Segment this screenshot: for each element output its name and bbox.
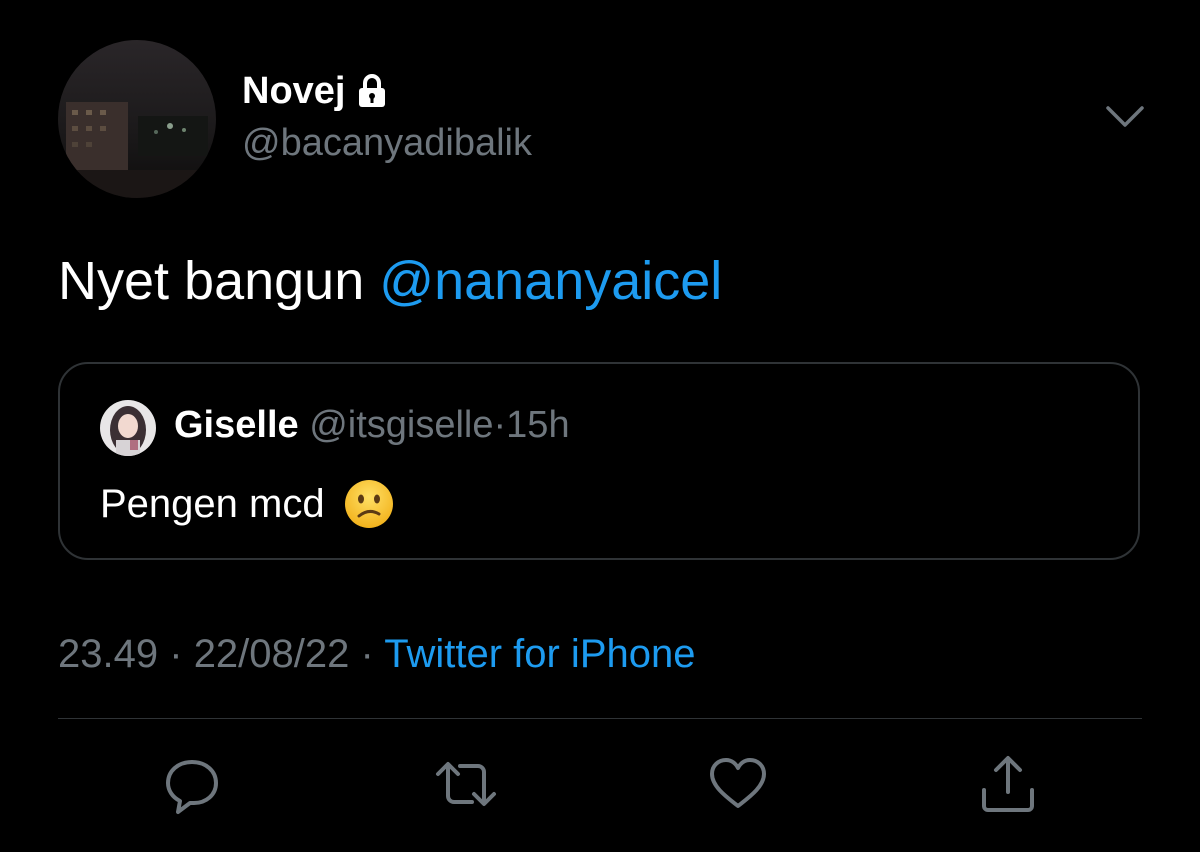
quoted-time: 15h	[506, 404, 570, 446]
meta-separator: ·	[360, 632, 374, 676]
quoted-tweet-card[interactable]: Giselle @itsgiselle·15h Pengen mcd	[58, 362, 1140, 560]
slightly-frowning-face-emoji-icon	[343, 478, 395, 530]
tweet-body-text: Nyet bangun	[58, 251, 365, 311]
tweet-text: Nyet bangun @nananyaicel	[58, 250, 722, 312]
meta-separator: ·	[169, 632, 183, 676]
tweet-source-link[interactable]: Twitter for iPhone	[384, 632, 695, 676]
quoted-tweet-text: Pengen mcd	[100, 478, 395, 530]
tweet-time: 23.49	[58, 632, 159, 676]
divider	[58, 718, 1142, 719]
quoted-separator: ·	[493, 404, 507, 446]
author-display-name[interactable]: Novej	[242, 70, 345, 113]
author-handle[interactable]: @bacanyadibalik	[242, 122, 532, 165]
heart-icon[interactable]	[706, 752, 770, 816]
quoted-tweet-header: Giselle @itsgiselle·15h	[174, 404, 570, 447]
lock-icon	[357, 73, 387, 109]
author-name-row[interactable]: Novej	[242, 68, 387, 114]
tweet-date: 22/08/22	[193, 632, 350, 676]
mention-link[interactable]: @nananyaicel	[379, 251, 722, 311]
quoted-author-avatar	[100, 400, 156, 456]
quoted-author-handle: @itsgiselle	[309, 404, 494, 446]
reply-icon[interactable]	[160, 752, 224, 816]
share-icon[interactable]	[976, 752, 1040, 816]
chevron-down-icon[interactable]	[1102, 100, 1148, 134]
quoted-text-content: Pengen mcd	[100, 481, 325, 526]
tweet-meta: 23.49 · 22/08/22 · Twitter for iPhone	[58, 632, 695, 677]
quoted-author-name: Giselle	[174, 404, 299, 446]
retweet-icon[interactable]	[434, 752, 498, 816]
author-avatar[interactable]	[58, 40, 216, 198]
